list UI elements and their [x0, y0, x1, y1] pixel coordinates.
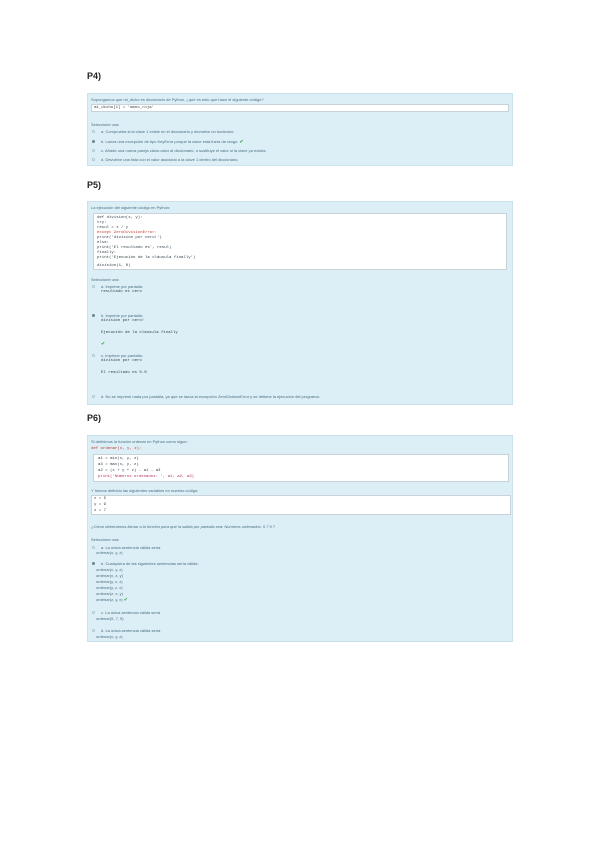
p5-select-label: Seleccione una:	[91, 277, 120, 282]
p4-option-d-radio[interactable]	[92, 158, 95, 161]
p6-option-a-code: ordenar(x, y, z)	[96, 550, 123, 555]
p4-option-a-radio[interactable]	[92, 130, 95, 133]
p5-code-line: division(1, 0)	[97, 264, 131, 268]
p4-option-a[interactable]: a. Comprueba si la clave 1 existe en el …	[101, 129, 234, 134]
p4-option-b-radio[interactable]	[92, 140, 95, 143]
p4-heading: P4)	[87, 71, 102, 81]
p5-option-d[interactable]: d. No se imprime nada por pantalla, ya q…	[101, 394, 320, 399]
p6-code-def: def ordenar(x, y, z):	[91, 447, 142, 451]
p6-question-panel: Si definimos la función ordenar en Pytho…	[87, 435, 513, 642]
p5-option-c-output: división por cero	[101, 359, 142, 363]
p5-option-a-radio[interactable]	[92, 285, 95, 288]
p5-code-box: def division(x, y): try: resul = x / y e…	[93, 213, 507, 270]
p6-var-line: z = 7	[94, 509, 107, 513]
p5-option-c-output: El resultado es 0.0	[101, 371, 147, 375]
p6-option-d-code: ordenar(x, y, z)	[96, 634, 123, 639]
p4-question-panel: Supongamos que mi_dicho es diccionario d…	[87, 93, 513, 166]
p6-var-line: y = 9	[94, 503, 107, 507]
p4-option-b[interactable]: b. Lanza una excepción de tipo KeyError …	[101, 139, 244, 145]
p5-option-c-title[interactable]: c. Imprime por pantalla:	[101, 353, 143, 358]
p6-option-b-code: ordenar(y, z, x)	[96, 585, 123, 590]
p6-option-b-code: ordenar(z, x, y)	[96, 591, 123, 596]
p4-option-b-label: b. Lanza una excepción de tipo KeyError …	[101, 139, 239, 144]
p5-question-text: La ejecución del siguiente código en Pyt…	[91, 205, 171, 210]
p5-option-b-output: división por cero!	[101, 319, 145, 323]
p4-code-line: mi_dicho[1] = 'mano_roja'	[94, 106, 155, 110]
p6-option-b-radio[interactable]	[92, 562, 95, 565]
p6-option-a-radio[interactable]	[92, 546, 95, 549]
p5-option-b-output: Ejecución de la cláusula finally	[101, 331, 178, 335]
p6-option-c-radio[interactable]	[92, 611, 95, 614]
p5-option-c-radio[interactable]	[92, 354, 95, 357]
p6-select-label: Seleccione una:	[91, 537, 120, 542]
p6-option-b-code: ordenar(z, y, x)	[96, 597, 123, 602]
p6-option-d-radio[interactable]	[92, 629, 95, 632]
p6-code-line: a2 = (x + y + z) - a1 - a3	[98, 469, 161, 473]
p5-question-panel: La ejecución del siguiente código en Pyt…	[87, 201, 513, 405]
p6-vars-box: x = 5 y = 9 z = 7	[91, 495, 511, 515]
p4-option-c[interactable]: c. Añade una nueva pareja clave-valor al…	[101, 148, 267, 153]
p6-heading: P6)	[87, 413, 102, 423]
p6-code-line: print('Números ordenados: ', a1, a2, a3)	[98, 475, 195, 479]
p4-option-c-radio[interactable]	[92, 149, 95, 152]
p6-option-b-code-last: ordenar(z, y, x) ✔	[96, 597, 128, 603]
p5-option-b-title[interactable]: b. Imprime por pantalla:	[101, 313, 143, 318]
p6-option-b-code: ordenar(x, z, y)	[96, 573, 123, 578]
p5-option-a-output: resultado es cero	[101, 290, 142, 294]
correct-check-icon: ✔	[239, 139, 244, 145]
p6-option-b-title[interactable]: b. Cualquiera de las siguientes sentenci…	[101, 561, 199, 566]
p4-code-box: mi_dicho[1] = 'mano_roja'	[91, 104, 509, 112]
p4-option-d[interactable]: d. Devuelve una lista con el valor asoci…	[101, 157, 238, 162]
p6-option-c-code: ordenar(5, 7, 9)	[96, 616, 124, 621]
p6-option-b-code: ordenar(x, y, z)	[96, 567, 123, 572]
p6-code-box: a1 = min(x, y, z) a3 = max(x, y, z) a2 =…	[93, 454, 509, 482]
p5-option-d-radio[interactable]	[92, 395, 95, 398]
p5-code-line: print('Ejecución de la cláusula finally'…	[97, 256, 196, 260]
p6-option-c-title[interactable]: c. La única sentencia válida sería	[101, 610, 160, 615]
p6-code-line: a3 = max(x, y, z)	[98, 463, 139, 467]
p6-question-text: Si definimos la función ordenar en Pytho…	[91, 439, 188, 444]
p4-question-text: Supongamos que mi_dicho es diccionario d…	[91, 97, 264, 102]
p6-prompt-text: ¿Cómo deberíamos llamar a la función par…	[91, 524, 276, 529]
p4-select-label: Seleccione una:	[91, 122, 120, 127]
correct-check-icon: ✔	[123, 597, 128, 603]
p6-option-b-code: ordenar(y, x, z)	[96, 579, 123, 584]
p6-var-line: x = 5	[94, 497, 107, 501]
p6-option-d-title[interactable]: d. La única sentencia válida sería	[101, 628, 160, 633]
p6-vars-label: Y hemos definido las siguientes variable…	[91, 488, 199, 493]
p5-option-b-radio[interactable]	[92, 314, 95, 317]
p6-code-line: a1 = min(x, y, z)	[98, 457, 139, 461]
correct-check-icon: ✔	[101, 341, 106, 347]
p5-heading: P5)	[87, 180, 102, 190]
p5-option-a-title[interactable]: a. Imprime por pantalla:	[101, 284, 143, 289]
